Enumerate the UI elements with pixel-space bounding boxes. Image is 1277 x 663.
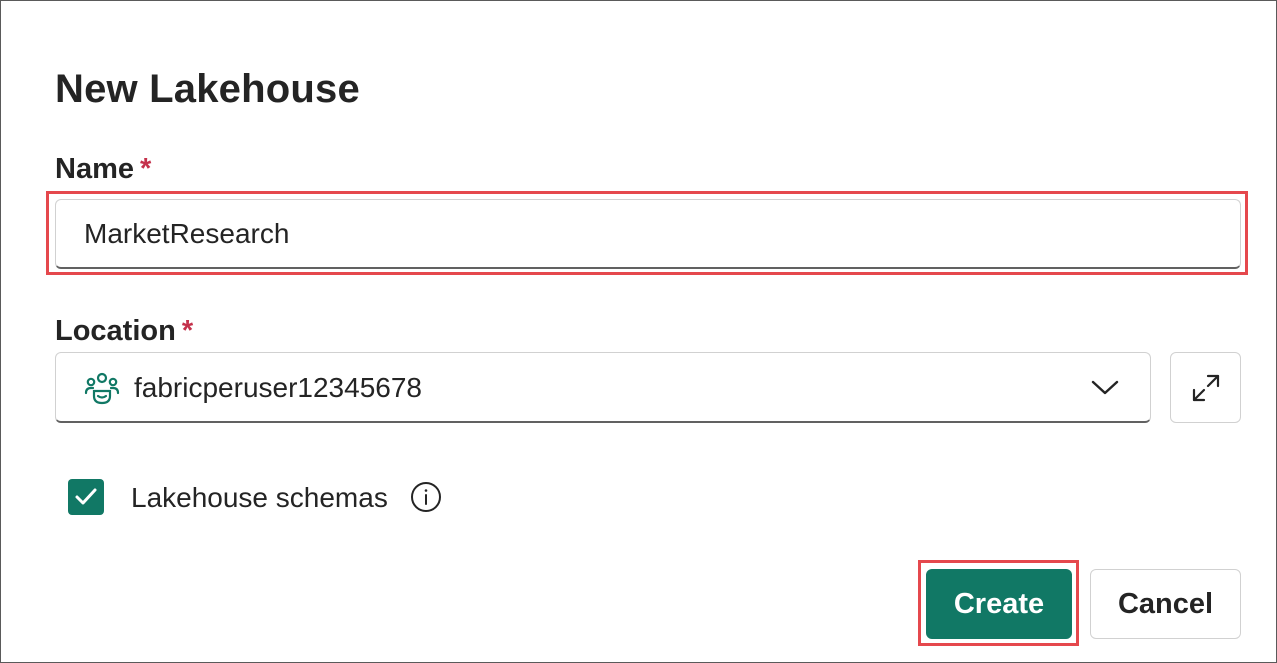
name-label-text: Name	[55, 153, 134, 185]
lakehouse-schemas-label[interactable]: Lakehouse schemas	[131, 479, 388, 517]
workspace-icon	[84, 372, 120, 405]
create-button[interactable]: Create	[926, 569, 1072, 639]
name-label: Name *	[55, 151, 151, 187]
lakehouse-schemas-checkbox[interactable]	[68, 479, 104, 515]
expand-location-button[interactable]	[1170, 352, 1241, 423]
dialog-title: New Lakehouse	[55, 67, 360, 111]
name-input[interactable]: MarketResearch	[55, 199, 1241, 269]
chevron-down-icon	[1091, 380, 1119, 395]
location-value: fabricperuser12345678	[134, 372, 422, 403]
new-lakehouse-dialog: New Lakehouse Name * MarketResearch Locat…	[0, 0, 1277, 663]
location-required-marker: *	[181, 315, 194, 347]
expand-icon	[1192, 374, 1220, 402]
location-label: Location *	[55, 313, 193, 349]
cancel-button[interactable]: Cancel	[1090, 569, 1241, 639]
name-required-marker: *	[140, 153, 152, 185]
info-icon[interactable]	[410, 481, 442, 513]
location-dropdown[interactable]: fabricperuser12345678	[55, 352, 1151, 423]
checkmark-icon	[75, 488, 97, 505]
location-label-text: Location	[55, 315, 176, 347]
